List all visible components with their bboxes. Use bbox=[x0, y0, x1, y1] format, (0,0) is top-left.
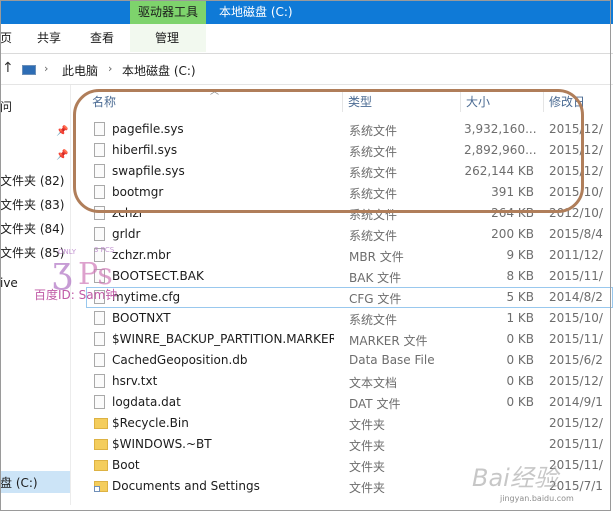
screenshot-frame bbox=[0, 0, 611, 511]
